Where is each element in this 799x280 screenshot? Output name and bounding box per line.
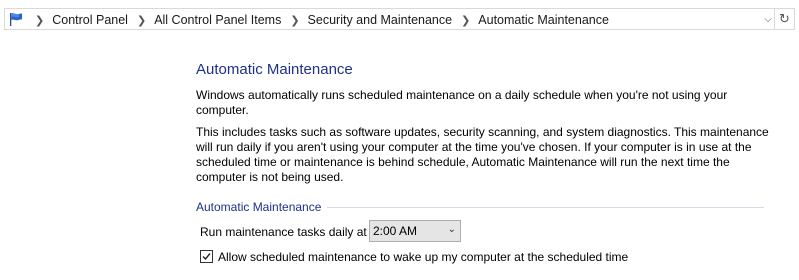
page-title: Automatic Maintenance <box>196 61 353 78</box>
chevron-down-icon[interactable]: ⌵ <box>762 12 774 28</box>
breadcrumb-separator-icon: ❯ <box>35 14 45 27</box>
breadcrumb-separator-icon: ❯ <box>290 14 300 27</box>
breadcrumb-separator-icon: ❯ <box>136 14 147 27</box>
wake-checkbox-label[interactable]: Allow scheduled maintenance to wake up m… <box>218 250 628 264</box>
wake-checkbox[interactable] <box>200 250 213 263</box>
description-paragraph: Windows automatically runs scheduled mai… <box>196 88 728 117</box>
breadcrumb-separator-icon: ❯ <box>461 14 471 27</box>
group-heading: Automatic Maintenance <box>196 200 322 214</box>
chevron-down-icon: ⌄ <box>447 224 456 235</box>
address-bar: ❯ Control Panel ❯ All Control Panel Item… <box>0 0 799 39</box>
run-time-label: Run maintenance tasks daily at <box>200 225 367 239</box>
breadcrumb-security-maintenance[interactable]: Security and Maintenance <box>308 13 453 27</box>
breadcrumb: ❯ Control Panel ❯ All Control Panel Item… <box>26 12 609 28</box>
group-divider <box>327 207 764 208</box>
address-box[interactable]: ❯ Control Panel ❯ All Control Panel Item… <box>4 8 775 30</box>
breadcrumb-automatic-maintenance[interactable]: Automatic Maintenance <box>478 13 609 27</box>
breadcrumb-all-items[interactable]: All Control Panel Items <box>154 13 281 27</box>
time-select-value: 2:00 AM <box>373 224 418 238</box>
checkmark-icon <box>202 253 211 261</box>
details-paragraph: This includes tasks such as software upd… <box>196 125 769 184</box>
control-panel-flag-icon <box>8 11 24 27</box>
breadcrumb-control-panel[interactable]: Control Panel <box>52 13 128 27</box>
refresh-button[interactable]: ↻ <box>775 8 795 30</box>
time-select[interactable]: 2:00 AM ⌄ <box>369 220 461 242</box>
refresh-icon: ↻ <box>779 11 790 26</box>
